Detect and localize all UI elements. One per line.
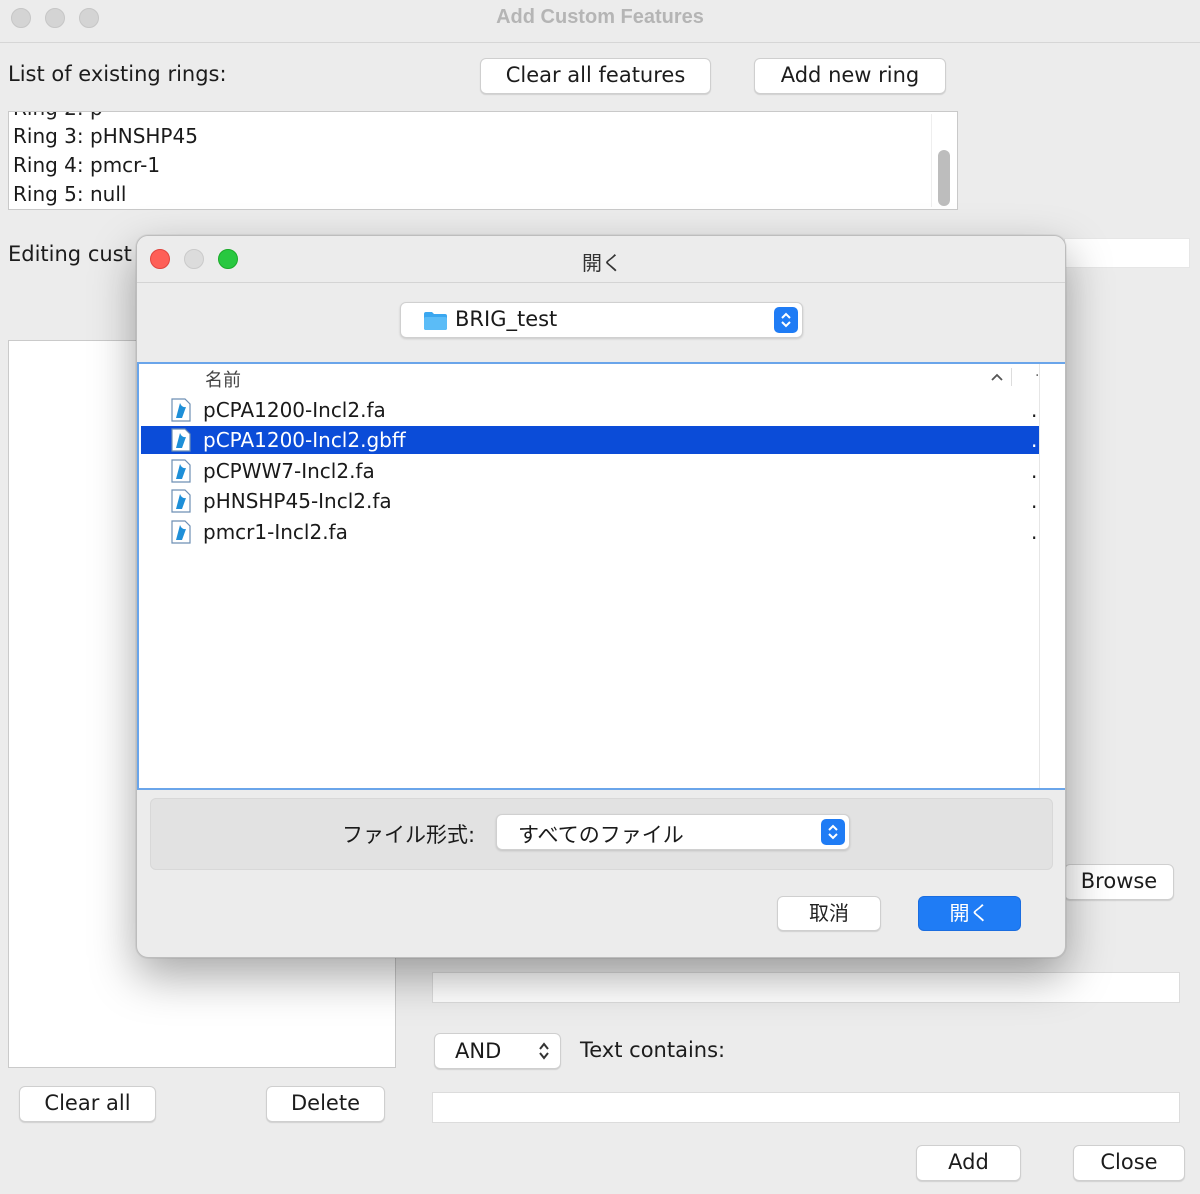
window-titlebar: Add Custom Features [0,0,1200,43]
file-format-label: ファイル形式: [342,823,476,847]
file-format-popup[interactable]: すべてのファイル [496,814,850,850]
file-row[interactable]: pCPWW7-Incl2.fa . [141,457,1039,485]
file-row-dot: . [1031,459,1038,483]
file-row-dot: . [1031,398,1038,422]
clear-all-features-button[interactable]: Clear all features [480,58,711,94]
browse-button[interactable]: Browse [1064,864,1174,900]
file-row[interactable]: pHNSHP45-Incl2.fa . [141,487,1039,515]
file-row-dot: . [1031,489,1038,513]
location-popup[interactable]: BRIG_test [400,302,803,338]
file-name: pmcr1-Incl2.fa [203,520,348,544]
rings-scrollbar[interactable] [931,114,955,207]
window-title: Add Custom Features [496,6,704,28]
file-row-selected[interactable]: pCPA1200-Incl2.gbff . [141,426,1039,454]
add-new-ring-button[interactable]: Add new ring [754,58,946,94]
document-icon [171,459,191,483]
ring-row[interactable]: Ring 3: pHNSHP45 [13,124,198,148]
open-button[interactable]: 開く [918,896,1021,931]
dialog-title: 開く [582,251,622,275]
text-contains-label: Text contains: [580,1038,726,1062]
cancel-button[interactable]: 取消 [777,896,881,931]
document-icon [171,489,191,513]
add-button[interactable]: Add [916,1145,1021,1181]
operator-select[interactable]: AND [434,1033,561,1069]
folder-icon [424,312,447,330]
file-list-scroll-track[interactable] [1039,364,1040,788]
file-name: pHNSHP45-Incl2.fa [203,489,392,513]
rings-scrollbar-thumb[interactable] [938,150,950,206]
file-row[interactable]: pmcr1-Incl2.fa . [141,518,1039,546]
ring-row[interactable]: Ring 5: null [13,182,126,206]
file-name: pCPA1200-Incl2.fa [203,398,386,422]
open-file-dialog: 開く BRIG_test 名前 . pCPA1200-Incl2.fa . pC… [136,235,1066,958]
sort-ascending-icon[interactable] [990,372,1004,382]
file-format-bar: ファイル形式: すべてのファイル [150,798,1053,870]
delete-button[interactable]: Delete [266,1086,385,1122]
file-row-dot: . [1031,428,1038,452]
document-icon [171,398,191,422]
column-name-header[interactable]: 名前 [205,366,241,392]
ring-row-clipped: Ring 2: p [13,112,103,120]
file-list-header: 名前 . [139,364,1065,392]
document-icon [171,428,191,452]
rings-list[interactable]: Ring 2: p Ring 3: pHNSHP45 Ring 4: pmcr-… [8,111,958,210]
clear-all-button[interactable]: Clear all [19,1086,156,1122]
file-row[interactable]: pCPA1200-Incl2.fa . [141,396,1039,424]
file-format-value: すべてのファイル [518,823,684,847]
file-list[interactable]: 名前 . pCPA1200-Incl2.fa . pCPA1200-Incl2.… [137,362,1065,790]
chevron-updown-icon [539,1042,549,1060]
ring-row[interactable]: Ring 4: pmcr-1 [13,153,160,177]
editing-field[interactable] [1064,238,1190,268]
dialog-titlebar: 開く [137,236,1065,283]
file-format-arrows-icon [821,819,845,845]
rings-list-label: List of existing rings: [8,62,227,86]
column-divider [1011,368,1012,386]
location-value: BRIG_test [455,307,558,331]
file-row-dot: . [1031,520,1038,544]
location-popup-arrows-icon [774,307,798,333]
feature-input-field[interactable] [432,972,1180,1003]
operator-value: AND [455,1039,502,1063]
close-button[interactable]: Close [1073,1145,1185,1181]
editing-label: Editing cust [8,242,132,266]
file-name: pCPWW7-Incl2.fa [203,459,375,483]
document-icon [171,520,191,544]
file-name: pCPA1200-Incl2.gbff [203,428,406,452]
text-contains-field[interactable] [432,1092,1180,1123]
